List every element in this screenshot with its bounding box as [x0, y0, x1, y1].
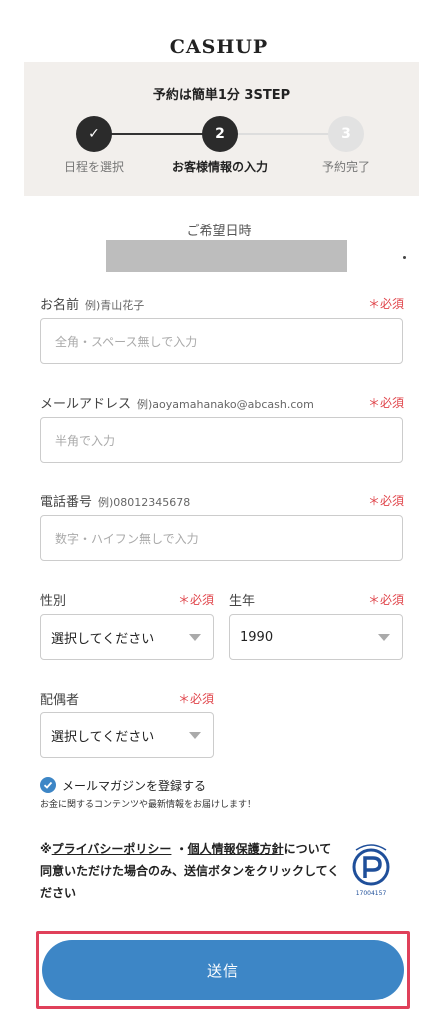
- check-icon: [43, 781, 53, 789]
- policy-notice: ※プライバシーポリシー ・個人情報保護方針について同意いただけた場合のみ、送信ボ…: [40, 838, 340, 904]
- birth-year-select-value: 1990: [240, 629, 274, 645]
- name-input[interactable]: 全角・スペース無しで入力: [40, 318, 403, 364]
- gender-select[interactable]: 選択してください: [40, 614, 214, 660]
- steps-title: 予約は簡単1分 3STEP: [152, 88, 291, 103]
- privacy-policy-link[interactable]: プライバシーポリシー: [52, 842, 172, 856]
- spouse-required: ＊必須: [178, 692, 215, 706]
- step-1-check-icon: ✓: [76, 116, 112, 152]
- email-example: 例)aoyamahanako@abcash.com: [137, 398, 314, 411]
- step-2-circle: 2: [202, 116, 238, 152]
- step-indicator: 予約は簡単1分 3STEP ✓ 2 3 日程を選択 お客様情報の入力 予約完了: [24, 62, 419, 196]
- name-label-text: お名前: [40, 298, 80, 313]
- gender-required: ＊必須: [178, 593, 215, 607]
- chevron-down-icon: [378, 634, 390, 641]
- phone-label-text: 電話番号: [40, 495, 93, 510]
- phone-example: 例)08012345678: [98, 496, 191, 509]
- step-2-label: お客様情報の入力: [171, 160, 268, 174]
- spouse-select-value: 選択してください: [51, 729, 155, 745]
- step-3-circle: 3: [328, 116, 364, 152]
- email-required: ＊必須: [368, 396, 405, 410]
- name-example: 例)青山花子: [85, 299, 145, 312]
- logo: CASHUP: [169, 36, 269, 58]
- birth-year-select[interactable]: 1990: [229, 614, 403, 660]
- magazine-description: お金に関するコンテンツや最新情報をお届けします！: [40, 800, 257, 810]
- magazine-checkbox[interactable]: [40, 777, 56, 793]
- step-1-label: 日程を選択: [63, 160, 124, 174]
- email-label-text: メールアドレス: [40, 397, 132, 412]
- chevron-down-icon: [189, 634, 201, 641]
- name-required: ＊必須: [368, 297, 405, 311]
- phone-required: ＊必須: [368, 494, 405, 508]
- spouse-select[interactable]: 選択してください: [40, 712, 214, 758]
- birth-year-required: ＊必須: [368, 593, 405, 607]
- phone-input[interactable]: 数字・ハイフン無しで入力: [40, 515, 403, 561]
- phone-label: 電話番号 例)08012345678: [40, 491, 190, 510]
- step-3-label: 予約完了: [321, 160, 370, 174]
- policy-prefix: ※: [40, 842, 52, 856]
- gender-label: 性別: [40, 594, 67, 609]
- privacy-mark-icon: 17004157: [352, 844, 390, 897]
- spouse-label: 配偶者: [40, 693, 80, 708]
- personal-info-policy-link[interactable]: 個人情報保護方針: [188, 842, 284, 856]
- chevron-down-icon: [189, 732, 201, 739]
- policy-separator: ・: [175, 842, 188, 856]
- gender-select-value: 選択してください: [51, 631, 155, 647]
- submit-button[interactable]: 送信: [42, 940, 404, 1000]
- email-label: メールアドレス 例)aoyamahanako@abcash.com: [40, 393, 314, 412]
- preferred-datetime-title: ご希望日時: [186, 224, 252, 239]
- privacy-mark-number: 17004157: [356, 890, 387, 897]
- dot-marker: [403, 256, 406, 259]
- preferred-datetime-value: [106, 240, 347, 272]
- magazine-label[interactable]: メールマガジンを登録する: [62, 777, 206, 794]
- name-label: お名前 例)青山花子: [40, 294, 144, 313]
- email-input[interactable]: 半角で入力: [40, 417, 403, 463]
- birth-year-label: 生年: [229, 594, 256, 609]
